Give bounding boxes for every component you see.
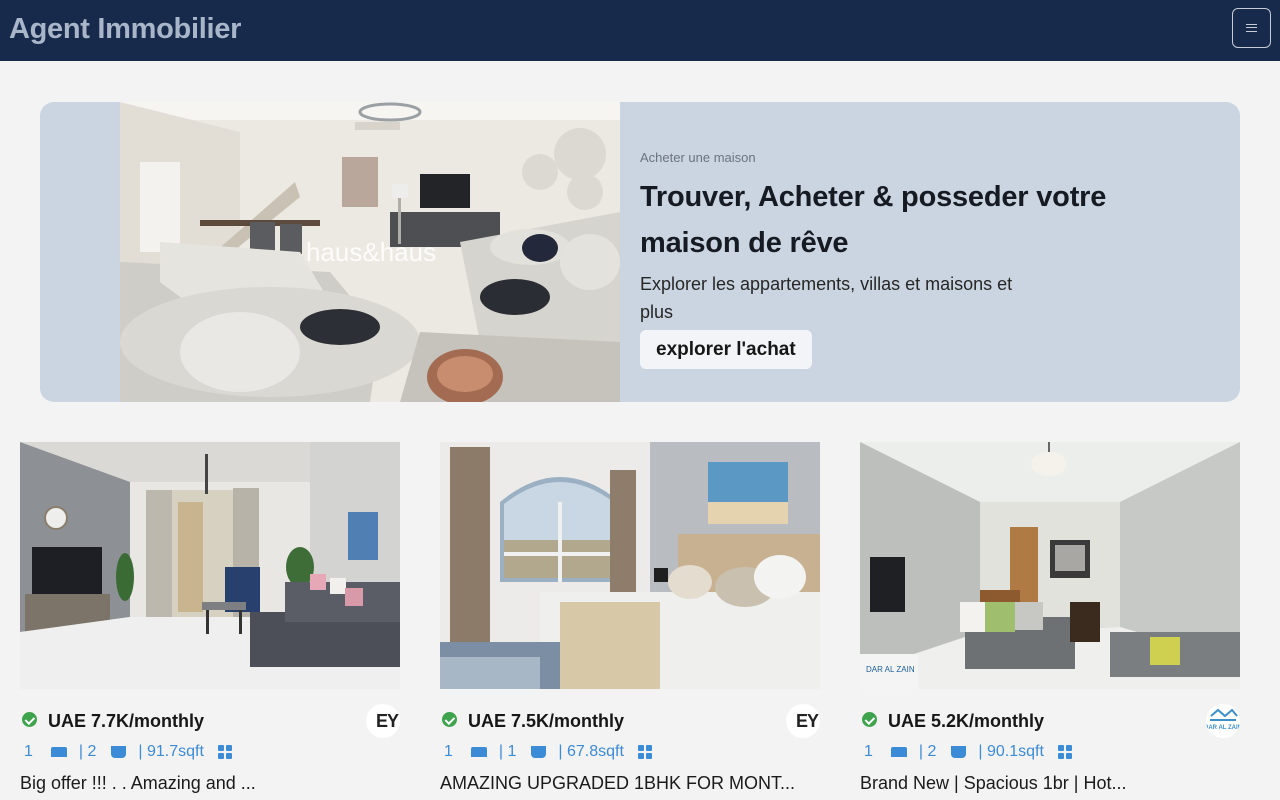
listing-meta: 1 | 2 | 90.1sqft xyxy=(860,741,1072,763)
listing-baths: | 2 xyxy=(918,743,937,760)
listing-card[interactable]: UAE 7.5K/monthly EY 1 | 1 | 67.8sqft AMA… xyxy=(440,442,820,800)
agency-logo[interactable]: EY xyxy=(786,704,820,738)
listing-price: UAE 5.2K/monthly xyxy=(888,711,1045,731)
listing-photo[interactable] xyxy=(440,442,820,689)
svg-text:DAR AL ZAIN: DAR AL ZAIN xyxy=(866,665,915,674)
listing-meta: 1 | 2 | 91.7sqft xyxy=(20,741,232,763)
listing-price-row: UAE 7.5K/monthly EY xyxy=(440,704,820,738)
listing-beds: 1 xyxy=(24,743,33,760)
hero-watermark: haus&haus xyxy=(306,237,436,267)
listing-price: UAE 7.7K/monthly xyxy=(48,711,205,731)
listing-title[interactable]: AMAZING UPGRADED 1BHK FOR MONT... xyxy=(440,772,820,794)
listing-price-row: UAE 5.2K/monthly DAR AL ZAIN xyxy=(860,704,1240,738)
hamburger-icon xyxy=(1246,24,1257,32)
hero-eyebrow: Acheter une maison xyxy=(640,150,756,165)
listing-photo[interactable] xyxy=(20,442,400,689)
bed-icon xyxy=(890,747,907,757)
agency-logo[interactable]: DAR AL ZAIN xyxy=(1206,704,1240,738)
svg-text:DAR AL ZAIN: DAR AL ZAIN xyxy=(1206,725,1240,731)
listing-area: | 90.1sqft xyxy=(978,743,1044,760)
bath-icon xyxy=(111,746,127,758)
navbar: Agent Immobilier xyxy=(0,0,1280,61)
hero-living-room-photo: haus&haus xyxy=(120,102,620,402)
explore-buy-button[interactable]: explorer l'achat xyxy=(640,330,812,369)
dar-al-zain-logo-icon: DAR AL ZAIN xyxy=(1206,704,1240,738)
brand-title[interactable]: Agent Immobilier xyxy=(9,13,241,46)
check-circle-icon xyxy=(442,712,457,727)
grid-icon xyxy=(1057,745,1072,759)
listing-price: UAE 7.5K/monthly xyxy=(468,711,625,731)
hero-text-block: Acheter une maison Trouver, Acheter & po… xyxy=(640,150,1200,369)
agency-logo[interactable]: EY xyxy=(366,704,400,738)
grid-icon xyxy=(217,745,232,759)
listing-title[interactable]: Brand New | Spacious 1br | Hot... xyxy=(860,772,1240,794)
listing-baths: | 1 xyxy=(498,743,517,760)
bath-icon xyxy=(531,746,547,758)
listing-beds: 1 xyxy=(864,743,873,760)
bed-icon xyxy=(470,747,487,757)
hero-banner: haus&haus Acheter une maison Trouver, Ac… xyxy=(40,102,1240,402)
bed-icon xyxy=(50,747,67,757)
listing-card[interactable]: UAE 7.7K/monthly EY 1 | 2 | 91.7sqft Big… xyxy=(20,442,400,800)
listing-card[interactable]: DAR AL ZAIN UAE 5.2K/monthly DAR AL ZAIN… xyxy=(860,442,1240,800)
listing-photo[interactable]: DAR AL ZAIN xyxy=(860,442,1240,689)
listing-area: | 67.8sqft xyxy=(558,743,624,760)
listing-meta: 1 | 1 | 67.8sqft xyxy=(440,741,652,763)
menu-toggle-button[interactable] xyxy=(1232,8,1271,48)
listing-price-row: UAE 7.7K/monthly EY xyxy=(20,704,400,738)
bath-icon xyxy=(951,746,967,758)
listing-beds: 1 xyxy=(444,743,453,760)
check-circle-icon xyxy=(22,712,37,727)
listing-area: | 91.7sqft xyxy=(138,743,204,760)
hero-title: Trouver, Acheter & posseder votre maison… xyxy=(640,181,1107,259)
hero-subtitle: Explorer les appartements, villas et mai… xyxy=(640,274,1013,322)
check-circle-icon xyxy=(862,712,877,727)
grid-icon xyxy=(637,745,652,759)
listing-baths: | 2 xyxy=(78,743,97,760)
listing-title[interactable]: Big offer !!! . . Amazing and ... xyxy=(20,772,400,794)
